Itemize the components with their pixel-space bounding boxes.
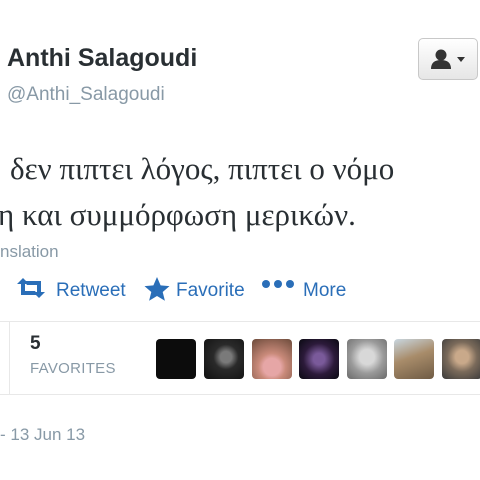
favorites-count[interactable]: 5 [30, 333, 41, 355]
avatar[interactable] [252, 339, 292, 379]
tweet-text-line-1: δεν πιπτει λόγος, πιπτει ο νόμο [10, 151, 395, 186]
stats-top-divider [0, 321, 480, 322]
retweet-icon [17, 278, 45, 298]
stats-vertical-divider [9, 322, 10, 394]
favorite-label: Favorite [176, 280, 245, 301]
avatar[interactable] [394, 339, 434, 379]
stats-bottom-divider [0, 394, 480, 395]
user-actions-button[interactable] [418, 38, 478, 80]
user-handle[interactable]: @Anthi_Salagoudi [7, 84, 165, 106]
user-name[interactable]: Anthi Salagoudi [7, 44, 197, 73]
tweet-text-line-2: η και συμμόρφωση μερικών. [0, 197, 356, 232]
avatar[interactable] [347, 339, 387, 379]
favorites-label[interactable]: FAVORITES [30, 360, 116, 377]
more-label: More [303, 280, 347, 301]
favorite-button[interactable]: Favorite [143, 276, 248, 304]
avatar[interactable] [156, 339, 196, 379]
avatar[interactable] [442, 339, 480, 379]
retweet-button[interactable]: Retweet [14, 276, 134, 304]
more-dots-icon [262, 280, 294, 288]
retweet-label: Retweet [56, 280, 126, 301]
more-button[interactable]: More [261, 276, 353, 304]
tweet-timestamp[interactable]: - 13 Jun 13 [0, 425, 85, 445]
avatar[interactable] [204, 339, 244, 379]
view-translation-link[interactable]: nslation [0, 242, 59, 262]
user-dropdown-icon [431, 49, 465, 69]
avatar[interactable] [299, 339, 339, 379]
star-icon [144, 277, 170, 301]
